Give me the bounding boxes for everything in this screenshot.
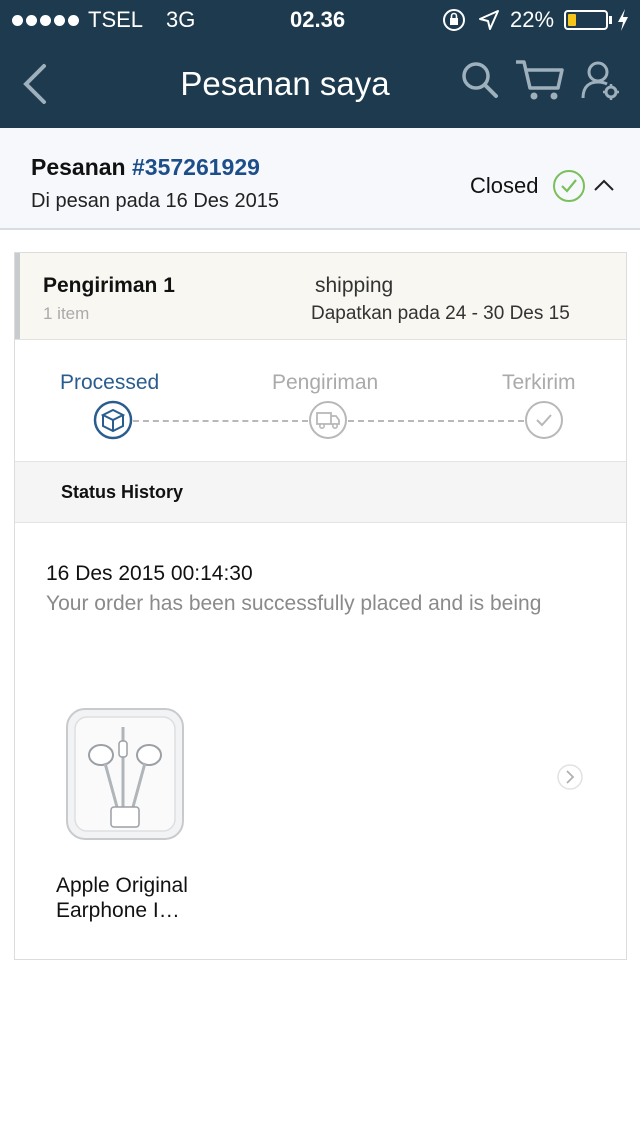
shipping-method: shipping bbox=[315, 274, 394, 297]
status-history-title: Status History bbox=[61, 482, 184, 502]
check-circle-icon bbox=[525, 401, 563, 439]
order-status: Closed bbox=[470, 173, 539, 198]
step-connector bbox=[348, 420, 524, 422]
battery-icon bbox=[564, 10, 608, 30]
product-name[interactable]: Apple Original Earphone I… bbox=[56, 873, 236, 923]
carrier-label: TSEL bbox=[88, 7, 144, 32]
status-history-header: Status History bbox=[15, 461, 626, 523]
charging-bolt-icon bbox=[618, 9, 628, 31]
order-label: Pesanan bbox=[31, 154, 126, 180]
battery-tip bbox=[609, 16, 612, 24]
history-message: Your order has been successfully placed … bbox=[46, 592, 542, 615]
shipment-header: Pengiriman 1 1 item shipping Dapatkan pa… bbox=[15, 253, 626, 340]
network-label: 3G bbox=[166, 7, 196, 32]
shipment-title: Pengiriman 1 bbox=[43, 274, 175, 297]
box-icon bbox=[93, 400, 133, 440]
order-number-line: Pesanan #357261929 bbox=[31, 153, 260, 181]
top-bar: TSEL 3G 02.36 22% Pesanan saya bbox=[0, 0, 640, 128]
rotation-lock-icon bbox=[443, 9, 465, 31]
product-image[interactable] bbox=[65, 707, 185, 841]
clock: 02.36 bbox=[290, 7, 346, 32]
battery-percent: 22% bbox=[510, 7, 555, 32]
order-placed-date: Di pesan pada 16 Des 2015 bbox=[31, 190, 279, 212]
location-arrow-icon bbox=[479, 10, 499, 30]
step-label-pengiriman: Pengiriman bbox=[272, 371, 379, 394]
account-settings-icon[interactable] bbox=[580, 58, 622, 102]
check-circle-icon bbox=[553, 170, 585, 202]
order-header[interactable]: Pesanan #357261929 Di pesan pada 16 Des … bbox=[0, 128, 640, 230]
shipment-card: Pengiriman 1 1 item shipping Dapatkan pa… bbox=[14, 252, 627, 960]
step-label-terkirim: Terkirim bbox=[502, 371, 576, 394]
signal-dots-icon bbox=[12, 15, 79, 26]
chevron-up-icon[interactable] bbox=[592, 174, 616, 196]
step-label-processed: Processed bbox=[60, 371, 160, 394]
delivery-estimate: Dapatkan pada 24 - 30 Des 15 bbox=[311, 303, 570, 324]
chevron-right-icon[interactable] bbox=[556, 763, 584, 791]
history-datetime: 16 Des 2015 00:14:30 bbox=[46, 562, 253, 585]
step-connector bbox=[133, 420, 308, 422]
cart-icon[interactable] bbox=[514, 58, 566, 102]
item-count: 1 item bbox=[43, 304, 90, 323]
accent-bar bbox=[15, 253, 20, 339]
truck-icon bbox=[309, 401, 347, 439]
order-number: #357261929 bbox=[132, 154, 260, 180]
search-icon[interactable] bbox=[460, 58, 500, 102]
status-bar: TSEL 3G 02.36 22% bbox=[0, 0, 640, 40]
status-tracker: Processed Pengiriman Terkirim bbox=[15, 340, 626, 460]
